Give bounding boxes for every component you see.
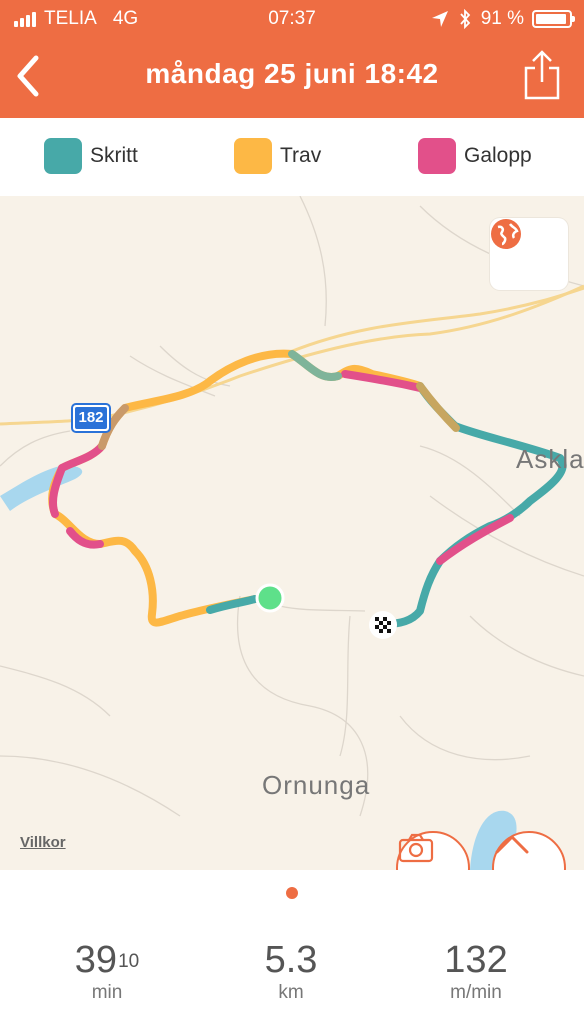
stat-unit: min	[91, 982, 123, 1003]
route-start-marker[interactable]	[255, 583, 285, 613]
terms-link[interactable]: Villkor	[20, 834, 66, 851]
share-icon	[524, 50, 560, 100]
map-canvas	[0, 196, 584, 870]
stat-distance: 5.3 km	[211, 940, 371, 1004]
chevron-up-icon	[495, 835, 529, 854]
page-title: måndag 25 juni 18:42	[145, 58, 439, 89]
legend-item-trav: Trav	[234, 138, 321, 174]
legend-item-galopp: Galopp	[418, 138, 532, 174]
bluetooth-icon	[460, 9, 470, 29]
status-bar: TELIA 4G 07:37 91 %	[0, 6, 584, 34]
legend-label: Galopp	[464, 144, 532, 167]
battery-percent: 91 %	[480, 8, 524, 29]
location-arrow-icon	[431, 11, 448, 27]
stats-panel: 3910 min 5.3 km 132 m/min	[0, 870, 584, 1036]
legend-item-skritt: Skritt	[44, 138, 138, 174]
stat-duration: 3910 min	[27, 940, 187, 1004]
legend-swatch-skritt	[44, 138, 82, 174]
page-indicator-dot	[286, 887, 298, 899]
header-bar: TELIA 4G 07:37 91 % måndag 25 juni 18:42	[0, 0, 584, 118]
lake	[0, 465, 83, 511]
legend-label: Skritt	[90, 144, 138, 167]
legend-swatch-galopp	[418, 138, 456, 174]
place-label-ornunga: Ornunga	[262, 770, 371, 800]
clock: 07:37	[268, 8, 316, 29]
legend-label: Trav	[280, 144, 322, 167]
road-number: 182	[78, 409, 104, 426]
camera-icon	[398, 833, 434, 863]
globe-icon	[491, 219, 521, 249]
gait-legend: Skritt Trav Galopp	[0, 118, 584, 196]
place-label-askla: Askla	[516, 444, 584, 474]
legend-swatch-trav	[234, 138, 272, 174]
route-track	[48, 349, 567, 628]
stat-value: 5.3	[264, 939, 318, 981]
stat-value-sup: 10	[118, 951, 140, 972]
stat-speed: 132 m/min	[396, 940, 556, 1004]
route-map[interactable]: 182 Ornunga Askla Villkor	[0, 196, 584, 870]
route-finish-marker[interactable]	[369, 611, 397, 639]
stat-unit: m/min	[450, 982, 502, 1003]
stat-value: 132	[444, 939, 508, 981]
stat-unit: km	[278, 982, 304, 1003]
share-button[interactable]	[522, 50, 562, 102]
map-style-button[interactable]	[490, 218, 568, 290]
battery-icon	[532, 10, 575, 28]
stat-value: 39	[74, 939, 118, 981]
